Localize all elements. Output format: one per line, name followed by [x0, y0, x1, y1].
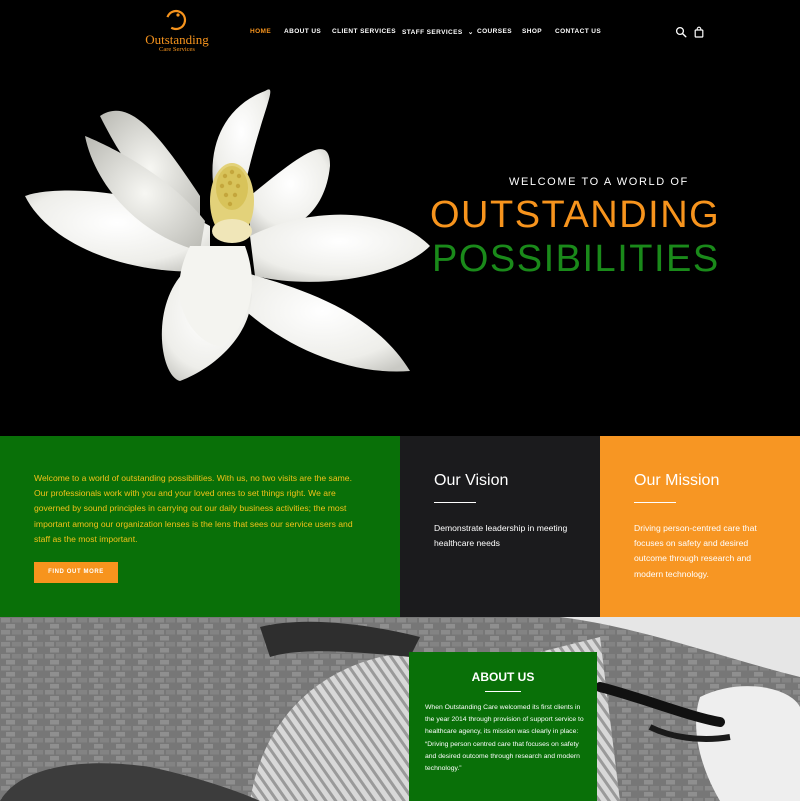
nav-staff-services-label: STAFF SERVICES — [402, 29, 463, 36]
logo-tagline: Care Services — [159, 46, 195, 53]
magnolia-flower-image — [25, 89, 430, 381]
nav-home[interactable]: HOME — [250, 28, 271, 35]
hero-headline-possibilities: POSSIBILITIES — [432, 238, 720, 280]
vision-panel: Our Vision Demonstrate leadership in mee… — [400, 436, 600, 617]
vision-divider — [434, 502, 476, 503]
nav-shop[interactable]: SHOP — [522, 28, 542, 35]
chevron-down-icon: ⌄ — [467, 29, 474, 36]
mission-panel: Our Mission Driving person-centred care … — [600, 436, 800, 617]
about-divider — [485, 691, 521, 692]
hero-headline-outstanding: OUTSTANDING — [430, 194, 721, 236]
nav-staff-services[interactable]: STAFF SERVICES ⌄ — [402, 28, 474, 36]
welcome-text: Welcome to a world of outstanding possib… — [34, 473, 353, 544]
hero-kicker: WELCOME TO A WORLD OF — [509, 176, 689, 188]
mission-title: Our Mission — [634, 472, 720, 489]
hero-section: WELCOME TO A WORLD OF OUTSTANDING POSSIB… — [0, 66, 800, 436]
vision-text: Demonstrate leadership in meeting health… — [434, 523, 568, 549]
nav-about-us[interactable]: ABOUT US — [284, 28, 321, 35]
about-title: ABOUT US — [471, 670, 535, 684]
about-card: ABOUT US When Outstanding Care welcomed … — [409, 652, 597, 801]
logo[interactable]: Outstanding Care Services — [142, 7, 212, 55]
mission-divider — [634, 502, 676, 503]
search-icon[interactable] — [675, 26, 687, 38]
find-out-more-button[interactable]: FIND OUT MORE — [34, 562, 118, 583]
vision-title: Our Vision — [434, 472, 509, 489]
shopping-bag-icon[interactable] — [693, 26, 705, 38]
intro-panels: Welcome to a world of outstanding possib… — [0, 436, 800, 617]
mission-text: Driving person-centred care that focuses… — [634, 523, 757, 579]
nav-contact-us[interactable]: CONTACT US — [555, 28, 601, 35]
about-text: When Outstanding Care welcomed its first… — [425, 704, 584, 773]
nav-courses[interactable]: COURSES — [477, 28, 512, 35]
bicycle-rider-image — [0, 617, 800, 801]
logo-mark-icon — [165, 9, 187, 31]
logo-name: Outstanding — [145, 32, 209, 47]
nav-client-services[interactable]: CLIENT SERVICES — [332, 28, 396, 35]
about-section: ABOUT US When Outstanding Care welcomed … — [0, 617, 800, 801]
site-header: Outstanding Care Services HOME ABOUT US … — [0, 0, 800, 66]
welcome-panel: Welcome to a world of outstanding possib… — [0, 436, 400, 617]
